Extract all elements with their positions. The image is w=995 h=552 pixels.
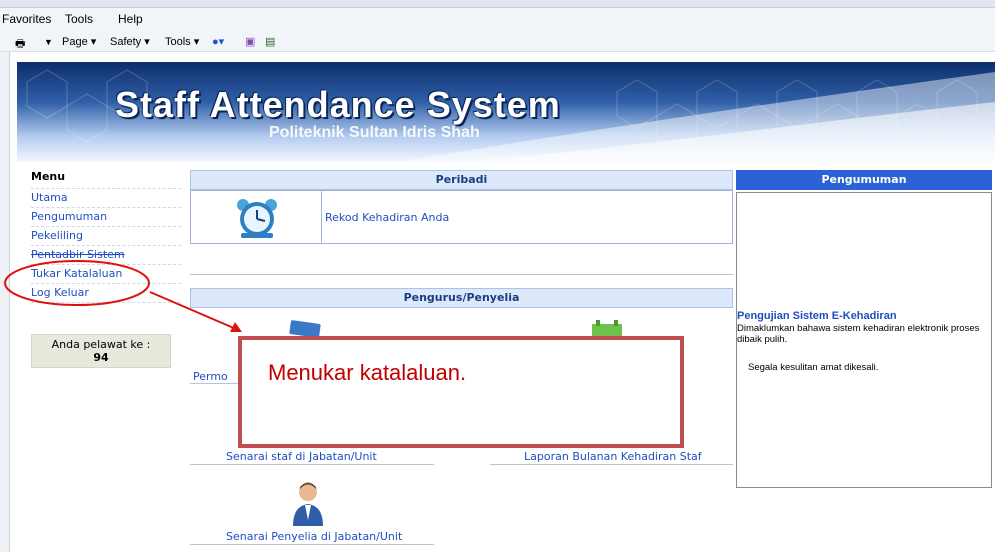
announcement-body: Dimaklumkan bahawa sistem kehadiran elek… [737, 323, 980, 345]
senarai-staf-link[interactable]: Senarai staf di Jabatan/Unit [226, 450, 377, 463]
annotation-arrow [149, 291, 237, 330]
peribadi-table: Rekod Kehadiran Anda [190, 190, 733, 244]
rekod-kehadiran-link[interactable]: Rekod Kehadiran Anda [325, 211, 449, 224]
divider [190, 464, 434, 465]
safety-menu-button[interactable]: Safety ▾ [110, 35, 150, 48]
section-peribadi-heading: Peribadi [190, 170, 733, 190]
permohonan-link[interactable]: Permo [193, 370, 228, 383]
browser-command-bar: 🖶 ▼ Page ▾ Safety ▾ Tools ▾ ●▾ ▣ ▤ [0, 32, 995, 52]
senarai-penyelia-link[interactable]: Senarai Penyelia di Jabatan/Unit [226, 530, 402, 543]
visitor-count: 94 [93, 351, 109, 364]
divider [190, 274, 733, 275]
alarm-clock-icon[interactable] [233, 197, 281, 239]
browser-menubar: Favorites Tools Help [0, 0, 995, 32]
banner-title: Staff Attendance System [115, 84, 561, 125]
research-icon[interactable]: ▣ [245, 35, 255, 48]
titlebar-strip [0, 0, 995, 8]
sidebar-item-utama[interactable]: Utama [31, 189, 181, 208]
divider [490, 464, 733, 465]
announcement-heading: Pengumuman [736, 170, 992, 190]
tools-menu-button[interactable]: Tools ▾ [165, 35, 199, 48]
callout-text: Menukar katalaluan. [268, 360, 467, 385]
chevron-down-icon[interactable]: ▼ [44, 37, 53, 47]
annotation-overlay [4, 260, 242, 332]
sidebar-item-pengumuman[interactable]: Pengumuman [31, 208, 181, 227]
announcement-note: Segala kesulitan amat dikesali. [748, 362, 879, 373]
laporan-bulanan-link[interactable]: Laporan Bulanan Kehadiran Staf [524, 450, 702, 463]
user-icon[interactable] [291, 480, 325, 528]
cell-divider [321, 191, 322, 243]
divider [190, 544, 434, 545]
site-banner: Staff Attendance System Politeknik Sulta… [17, 62, 995, 162]
menu-tools[interactable]: Tools [65, 12, 93, 26]
page-menu-button[interactable]: Page ▾ [62, 35, 96, 48]
section-pengurus-heading: Pengurus/Penyelia [190, 288, 733, 308]
announcement-title[interactable]: Pengujian Sistem E-Kehadiran [737, 310, 897, 322]
sidebar-item-pekeliling[interactable]: Pekeliling [31, 227, 181, 246]
annotation-callout: Menukar katalaluan. [238, 336, 684, 448]
menu-favorites[interactable]: Favorites [2, 12, 51, 26]
help-icon[interactable]: ●▾ [212, 35, 224, 48]
divider [190, 383, 240, 384]
print-icon[interactable]: 🖶 [15, 35, 25, 54]
menu-help[interactable]: Help [118, 12, 143, 26]
highlight-ellipse [4, 260, 150, 306]
menu-heading: Menu [31, 169, 181, 189]
banner-subtitle: Politeknik Sultan Idris Shah [269, 124, 480, 141]
translate-icon[interactable]: ▤ [265, 35, 275, 48]
